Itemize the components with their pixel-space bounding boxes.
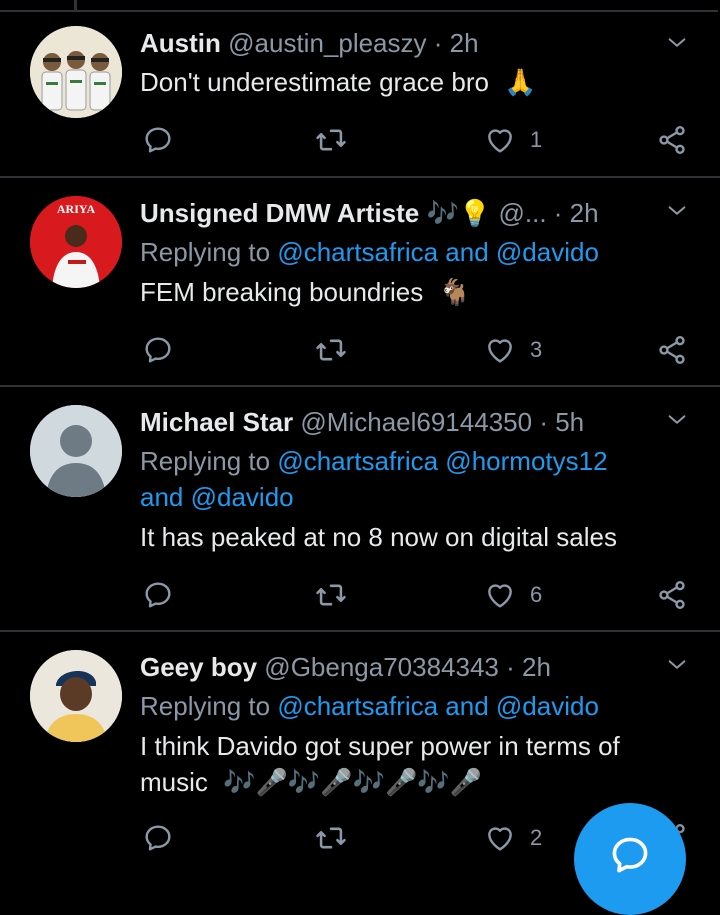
reply-button[interactable] (142, 575, 174, 615)
mention-link[interactable]: @chartsafrica @hormotys12 (277, 446, 607, 476)
pray-emoji: 🙏 (504, 67, 537, 97)
chevron-down-icon[interactable] (666, 654, 688, 676)
like-count: 1 (530, 127, 543, 152)
tweet-actions: 6 (0, 575, 720, 615)
retweet-icon (314, 578, 348, 612)
tweet-header: Austin @austin_pleaszy · 2h (140, 26, 680, 60)
replying-to: Replying to @chartsafrica and @davido (140, 688, 680, 724)
retweet-button[interactable] (314, 575, 348, 615)
tweet-text: It has peaked at no 8 now on digital sal… (140, 522, 617, 552)
handle[interactable]: @austin_pleaszy (228, 28, 426, 58)
share-icon (656, 579, 688, 611)
tweet[interactable]: Michael Star @Michael69144350 · 5h Reply… (0, 387, 720, 631)
like-button[interactable]: 2 (484, 818, 542, 858)
mention-link[interactable]: @chartsafrica and @davido (277, 237, 599, 267)
share-icon (656, 124, 688, 156)
replying-to-prefix: Replying to (140, 446, 278, 476)
avatar-label: ARIYA (57, 202, 96, 216)
tweet-text-body: Don't underestimate grace bro (140, 67, 489, 97)
like-count: 2 (530, 825, 543, 850)
tweet-header: Geey boy @Gbenga70384343 · 2h (140, 650, 680, 684)
tweet[interactable]: ARIYA Unsigned DMW Artiste 🎶💡 @... · 2h … (0, 178, 720, 386)
replying-to: Replying to @chartsafrica and @davido (140, 234, 680, 270)
timestamp[interactable]: · 5h (539, 407, 584, 437)
timestamp[interactable]: · 2h (554, 198, 599, 228)
avatar[interactable] (30, 650, 122, 742)
tweet-header: Michael Star @Michael69144350 · 5h (140, 405, 680, 439)
share-button[interactable] (656, 575, 688, 615)
heart-icon (484, 334, 516, 366)
tweet-header: Unsigned DMW Artiste 🎶💡 @... · 2h (140, 196, 680, 230)
retweet-icon (314, 123, 348, 157)
retweet-button[interactable] (314, 120, 348, 160)
retweet-button[interactable] (314, 330, 348, 370)
retweet-button[interactable] (314, 818, 348, 858)
like-button[interactable]: 1 (484, 120, 542, 160)
avatar[interactable] (30, 26, 122, 118)
compose-button[interactable] (574, 803, 686, 915)
reply-button[interactable] (142, 818, 174, 858)
tweet-text-line: I think Davido got super power in terms … (140, 731, 620, 761)
reply-icon (142, 822, 174, 854)
reply-icon (142, 334, 174, 366)
thread-line (74, 0, 77, 10)
timestamp[interactable]: · 2h (434, 28, 479, 58)
mention-link[interactable]: and @davido (140, 482, 294, 512)
heart-icon (484, 124, 516, 156)
goat-emoji: 🐐 (438, 277, 471, 307)
replying-to-prefix: Replying to (140, 237, 278, 267)
avatar[interactable] (30, 405, 122, 497)
compose-icon (612, 837, 648, 873)
music-mic-emoji: 🎶🎤🎶🎤🎶🎤🎶🎤 (223, 767, 483, 797)
mention-link[interactable]: @chartsafrica and @davido (277, 691, 599, 721)
retweet-icon (314, 333, 348, 367)
tweet[interactable]: Austin @austin_pleaszy · 2h Don't undere… (0, 12, 720, 178)
heart-icon (484, 579, 516, 611)
reply-icon (142, 124, 174, 156)
share-button[interactable] (656, 330, 688, 370)
name-emoji: 🎶💡 (426, 198, 492, 228)
reply-button[interactable] (142, 120, 174, 160)
heart-icon (484, 822, 516, 854)
reply-button[interactable] (142, 330, 174, 370)
share-button[interactable] (656, 120, 688, 160)
like-button[interactable]: 3 (484, 330, 542, 370)
chevron-down-icon[interactable] (666, 200, 688, 222)
share-icon (656, 334, 688, 366)
chevron-down-icon[interactable] (666, 409, 688, 431)
handle[interactable]: @Michael69144350 (300, 407, 532, 437)
tweet-text: I think Davido got super power in terms … (140, 728, 680, 800)
tweet-actions: 1 (0, 120, 720, 160)
timestamp[interactable]: · 2h (506, 652, 551, 682)
display-name[interactable]: Austin (140, 28, 221, 58)
display-name[interactable]: Geey boy (140, 652, 257, 682)
reply-icon (142, 579, 174, 611)
display-name[interactable]: Unsigned DMW Artiste (140, 198, 419, 228)
display-name[interactable]: Michael Star (140, 407, 293, 437)
replying-to-prefix: Replying to (140, 691, 278, 721)
tweet-text-line: music (140, 767, 208, 797)
retweet-icon (314, 821, 348, 855)
tweet-text-body: FEM breaking boundries (140, 277, 424, 307)
chevron-down-icon[interactable] (666, 32, 688, 54)
replying-to: Replying to @chartsafrica @hormotys12 an… (140, 443, 680, 515)
like-count: 6 (530, 582, 543, 607)
like-button[interactable]: 6 (484, 575, 542, 615)
tweet-text: Don't underestimate grace bro 🙏 (140, 64, 680, 100)
like-count: 3 (530, 337, 543, 362)
tweet-text: FEM breaking boundries 🐐 (140, 274, 680, 310)
handle[interactable]: @Gbenga70384343 (264, 652, 499, 682)
tweet-actions: 3 (0, 330, 720, 370)
handle[interactable]: @... (498, 198, 546, 228)
avatar[interactable]: ARIYA (30, 196, 122, 288)
